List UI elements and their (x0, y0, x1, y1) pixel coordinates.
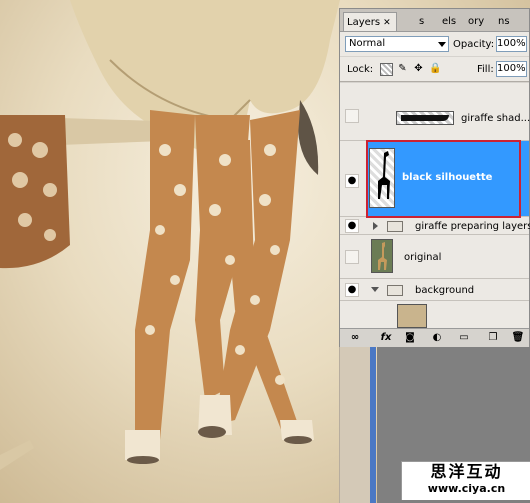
layer-name: original (404, 252, 442, 263)
layer-thumbnail (371, 239, 393, 273)
collapse-arrow-icon[interactable] (371, 287, 379, 292)
layer-thumbnail (397, 304, 427, 328)
fx-icon[interactable]: fx (379, 331, 393, 345)
link-icon[interactable]: ∞ (348, 331, 362, 345)
blend-row: Normal Opacity: 100% (340, 32, 529, 56)
lock-label: Lock: (347, 64, 374, 75)
fill-field[interactable]: 100% (496, 61, 527, 77)
adjustment-icon[interactable]: ◐ (430, 331, 444, 345)
lock-row: Lock: ✎ ✥ 🔒 Fill: 100% (340, 57, 529, 82)
blend-mode-select[interactable]: Normal (345, 36, 449, 52)
new-group-icon[interactable]: ▭ (457, 331, 471, 345)
layer-row-original[interactable]: original (340, 235, 529, 279)
watermark-url: www.ciya.cn (427, 482, 506, 495)
layer-row-giraffe-preparing-layers[interactable]: ● giraffe preparing layers (340, 217, 530, 235)
mask-icon[interactable]: ◙ (403, 331, 417, 345)
tab-actions[interactable]: ns (498, 12, 518, 31)
visibility-toggle-eye-icon[interactable]: ● (345, 174, 359, 188)
visibility-toggle[interactable] (345, 250, 359, 264)
panel-tabs: Layers ✕ s els ory ns (340, 9, 529, 32)
layer-name: background (415, 285, 475, 296)
opacity-field[interactable]: 100% (496, 36, 527, 52)
layer-row-partial[interactable] (340, 301, 529, 328)
tab-layers[interactable]: Layers ✕ (343, 12, 397, 31)
giraffe-photo-icon (378, 242, 387, 270)
vertical-scrollbar[interactable] (370, 347, 376, 503)
layers-bottom-toolbar: ∞ fx ◙ ◐ ▭ ❐ 🗑 (340, 328, 529, 347)
layer-name: giraffe shad... (461, 113, 530, 124)
layer-thumbnail (369, 148, 395, 208)
layer-row-background[interactable]: ● background (340, 279, 529, 301)
layer-row-giraffe-shadow[interactable]: giraffe shad... (340, 83, 530, 141)
trash-icon[interactable]: 🗑 (511, 331, 525, 345)
chevron-down-icon (438, 42, 446, 47)
folder-icon (387, 285, 403, 296)
folder-icon (387, 221, 403, 232)
new-layer-icon[interactable]: ❐ (486, 331, 500, 345)
giraffe-silhouette-icon (378, 151, 390, 199)
tab-channels[interactable]: s (419, 12, 431, 31)
visibility-toggle-eye-icon[interactable]: ● (345, 219, 359, 233)
visibility-toggle[interactable] (345, 109, 359, 123)
tab-history[interactable]: ory (468, 12, 492, 31)
lock-icon[interactable]: 🔒 (429, 63, 441, 74)
opacity-label: Opacity: (453, 39, 495, 50)
layer-thumbnail (396, 111, 454, 125)
lock-transparency-icon[interactable] (380, 63, 393, 76)
tab-layers-label: Layers (347, 17, 381, 28)
tab-paths[interactable]: els (442, 12, 462, 31)
layer-row-black-silhouette[interactable]: black silhouette (367, 141, 529, 217)
layers-panel: Layers ✕ s els ory ns Normal Opacity: 100… (339, 8, 530, 347)
fill-label: Fill: (477, 64, 494, 75)
layer-name: black silhouette (402, 172, 493, 183)
brush-icon[interactable]: ✎ (397, 63, 408, 74)
visibility-toggle-eye-icon[interactable]: ● (345, 283, 359, 297)
blend-mode-value: Normal (349, 38, 386, 49)
canvas-edge-strip (339, 347, 370, 503)
layer-name: giraffe preparing layers (415, 221, 530, 232)
expand-arrow-icon[interactable] (373, 222, 378, 230)
watermark-title: 思洋互动 (430, 462, 503, 481)
layers-list: giraffe shad... black silhouette ● ● gir… (340, 83, 530, 328)
close-icon[interactable]: ✕ (383, 18, 391, 28)
watermark: 思洋互动 www.ciya.cn (401, 461, 530, 500)
move-icon[interactable]: ✥ (413, 63, 424, 74)
